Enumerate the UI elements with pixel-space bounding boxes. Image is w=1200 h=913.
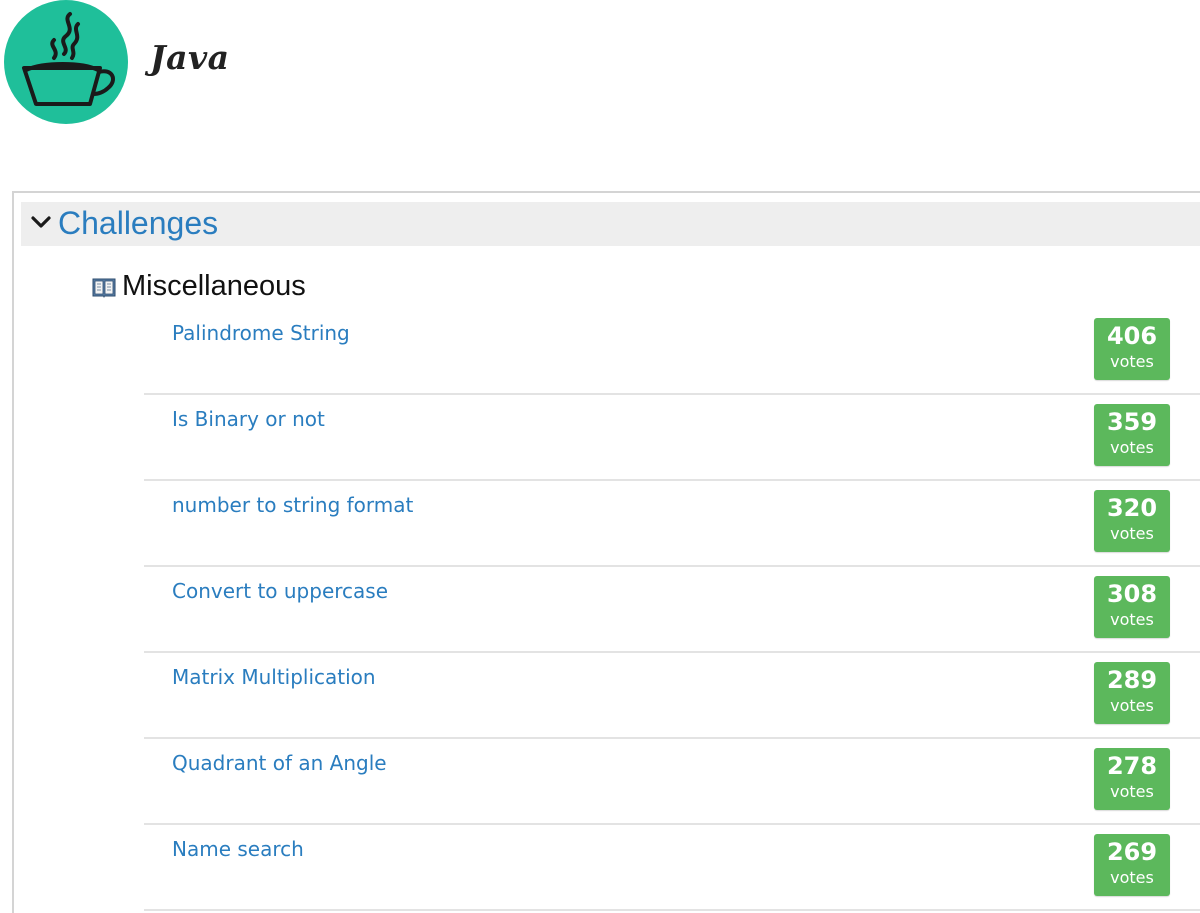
vote-count: 308 [1106, 580, 1158, 608]
vote-count: 278 [1106, 752, 1158, 780]
vote-label: votes [1110, 438, 1154, 457]
section-title[interactable]: Challenges [58, 205, 218, 242]
vote-label: votes [1110, 524, 1154, 543]
challenges-panel: Challenges Miscellaneous Palindrome Stri… [12, 191, 1200, 913]
page-title: Java [150, 38, 230, 77]
vote-badge: 359 votes [1094, 404, 1170, 466]
vote-badge: 278 votes [1094, 748, 1170, 810]
list-item: number to string format 320 votes [144, 481, 1200, 567]
vote-label: votes [1110, 868, 1154, 887]
list-item: Convert to uppercase 308 votes [144, 567, 1200, 653]
site-header: Java [0, 0, 1200, 140]
vote-label: votes [1110, 782, 1154, 801]
coffee-cup-icon[interactable] [4, 0, 128, 124]
challenge-link[interactable]: Quadrant of an Angle [172, 751, 387, 775]
vote-badge: 308 votes [1094, 576, 1170, 638]
list-item: Palindrome String 406 votes [144, 309, 1200, 395]
challenge-link[interactable]: Is Binary or not [172, 407, 325, 431]
chevron-down-icon[interactable] [29, 210, 53, 234]
vote-count: 406 [1106, 322, 1158, 350]
list-item: Name search 269 votes [144, 825, 1200, 911]
vote-count: 269 [1106, 838, 1158, 866]
vote-count: 320 [1106, 494, 1158, 522]
challenges-section-toggle[interactable]: Challenges [21, 202, 1200, 246]
list-item: Is Binary or not 359 votes [144, 395, 1200, 481]
vote-label: votes [1110, 352, 1154, 371]
challenge-link[interactable]: Name search [172, 837, 304, 861]
vote-badge: 320 votes [1094, 490, 1170, 552]
book-icon [92, 278, 116, 298]
challenge-link[interactable]: Convert to uppercase [172, 579, 388, 603]
vote-count: 289 [1106, 666, 1158, 694]
challenge-link[interactable]: Matrix Multiplication [172, 665, 376, 689]
vote-label: votes [1110, 610, 1154, 629]
category-title: Miscellaneous [122, 270, 306, 302]
vote-badge: 289 votes [1094, 662, 1170, 724]
challenge-list: Palindrome String 406 votes Is Binary or… [144, 309, 1200, 911]
vote-badge: 269 votes [1094, 834, 1170, 896]
challenge-link[interactable]: Palindrome String [172, 321, 350, 345]
list-item: Matrix Multiplication 289 votes [144, 653, 1200, 739]
vote-count: 359 [1106, 408, 1158, 436]
challenge-link[interactable]: number to string format [172, 493, 413, 517]
vote-badge: 406 votes [1094, 318, 1170, 380]
list-item: Quadrant of an Angle 278 votes [144, 739, 1200, 825]
vote-label: votes [1110, 696, 1154, 715]
